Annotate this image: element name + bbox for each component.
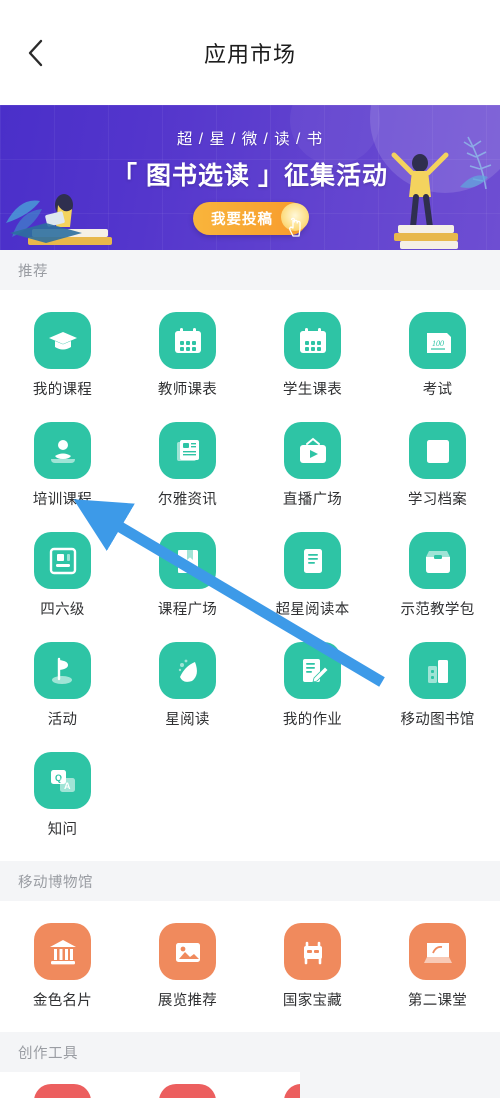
app-label: 培训课程 (32, 492, 93, 508)
svg-text:100: 100 (432, 339, 444, 348)
banner-button-label: 我要投稿 (211, 211, 273, 228)
app-label: 教师课表 (157, 382, 218, 398)
chevron-left-icon (27, 38, 45, 68)
picture-frame-icon (159, 923, 216, 980)
section-header-0: 推荐 (0, 250, 500, 290)
news-article-icon (159, 422, 216, 479)
app-label: 学习档案 (407, 492, 468, 508)
hand-pointer-icon (281, 202, 309, 237)
app-label: 第二课堂 (407, 993, 468, 1009)
app-label: 学生课表 (282, 382, 343, 398)
banner-title: 「 图书选读 」征集活动 (112, 161, 388, 190)
section-grid-1: 金色名片 展览推荐 国家宝藏 第二课堂 (0, 901, 500, 1032)
app-label: 国家宝藏 (282, 993, 343, 1009)
e-reader-icon (284, 532, 341, 589)
exam-paper-100-icon: 100 (409, 312, 466, 369)
app-item-国家宝藏[interactable]: 国家宝藏 (250, 917, 375, 1022)
library-building-icon (409, 642, 466, 699)
app-item-学生课表[interactable]: 学生课表 (250, 306, 375, 411)
app-item-我的课程[interactable]: 我的课程 (0, 306, 125, 411)
app-label: 知问 (47, 822, 78, 838)
app-item-四六级[interactable]: 四六级 (0, 526, 125, 631)
app-label: 示范教学包 (400, 602, 475, 618)
museum-columns-icon (34, 923, 91, 980)
app-sections: 推荐我的课程 教师课表 学生课表 100 考试培训课程 尔雅资讯 直播广场 学习档案四六级 课程… (0, 250, 500, 1098)
app-item-示范教学包[interactable]: 示范教学包 (375, 526, 500, 631)
app-item-展览推荐[interactable]: 展览推荐 (125, 917, 250, 1022)
back-button[interactable] (14, 31, 58, 75)
cet-card-icon (34, 532, 91, 589)
app-item-超星阅读本[interactable]: 超星阅读本 (250, 526, 375, 631)
banner-subtitle: 超 / 星 / 微 / 读 / 书 (176, 130, 324, 148)
app-label: 展览推荐 (157, 993, 218, 1009)
app-item-课程广场[interactable]: 课程广场 (125, 526, 250, 631)
app-item-教师课表[interactable]: 教师课表 (125, 306, 250, 411)
promo-banner[interactable]: 超 / 星 / 微 / 读 / 书 「 图书选读 」征集活动 我要投稿 (0, 105, 500, 250)
svg-text:A: A (64, 781, 71, 791)
creation-tool-icon (284, 1084, 300, 1098)
calendar-icon (284, 312, 341, 369)
homework-pencil-icon (284, 642, 341, 699)
app-header: 应用市场 (0, 0, 500, 105)
app-item-知问[interactable]: Q A 知问 (0, 746, 125, 851)
live-tv-play-icon (284, 422, 341, 479)
section-grid-2 (0, 1072, 300, 1098)
app-item-活动[interactable]: 活动 (0, 636, 125, 741)
app-label: 我的课程 (32, 382, 93, 398)
app-item-金色名片[interactable]: 金色名片 (0, 917, 125, 1022)
graduation-cap-icon (34, 312, 91, 369)
app-label: 星阅读 (165, 712, 210, 728)
qa-bubble-icon: QA (34, 752, 91, 809)
section-grid-0: 我的课程 教师课表 学生课表 100 考试培训课程 尔雅资讯 直播广场 学习档案四六级 课程广场… (0, 290, 500, 861)
app-item-第二课堂[interactable]: 第二课堂 (375, 917, 500, 1022)
app-label: 活动 (47, 712, 78, 728)
treasure-vessel-icon (284, 923, 341, 980)
app-item[interactable] (0, 1084, 125, 1098)
app-item-考试[interactable]: 100 考试 (375, 306, 500, 411)
app-item-培训课程[interactable]: 培训课程 (0, 416, 125, 521)
app-label: 考试 (422, 382, 453, 398)
app-item-移动图书馆[interactable]: 移动图书馆 (375, 636, 500, 741)
app-label: 课程广场 (157, 602, 218, 618)
submit-entry-button[interactable]: 我要投稿 (193, 201, 309, 237)
blackboard-class-icon (409, 923, 466, 980)
creation-tool-icon (34, 1084, 91, 1098)
package-box-icon (409, 532, 466, 589)
app-item-尔雅资讯[interactable]: 尔雅资讯 (125, 416, 250, 521)
app-label: 我的作业 (282, 712, 343, 728)
leaf-star-icon (159, 642, 216, 699)
app-item-学习档案[interactable]: 学习档案 (375, 416, 500, 521)
app-item[interactable] (125, 1084, 250, 1098)
calendar-icon (159, 312, 216, 369)
creation-tool-icon (159, 1084, 216, 1098)
app-item-我的作业[interactable]: 我的作业 (250, 636, 375, 741)
app-label: 超星阅读本 (275, 602, 350, 618)
bookmark-archive-icon (409, 422, 466, 479)
app-label: 移动图书馆 (400, 712, 475, 728)
app-label: 金色名片 (32, 993, 93, 1009)
app-item-直播广场[interactable]: 直播广场 (250, 416, 375, 521)
person-podium-icon (34, 422, 91, 479)
section-header-2: 创作工具 (0, 1032, 500, 1072)
section-header-1: 移动博物馆 (0, 861, 500, 901)
app-item-星阅读[interactable]: 星阅读 (125, 636, 250, 741)
flag-golf-icon (34, 642, 91, 699)
app-item[interactable] (250, 1084, 300, 1098)
page-title: 应用市场 (203, 41, 296, 67)
app-label: 四六级 (40, 602, 85, 618)
app-label: 尔雅资讯 (157, 492, 218, 508)
app-label: 直播广场 (282, 492, 343, 508)
open-book-icon (159, 532, 216, 589)
